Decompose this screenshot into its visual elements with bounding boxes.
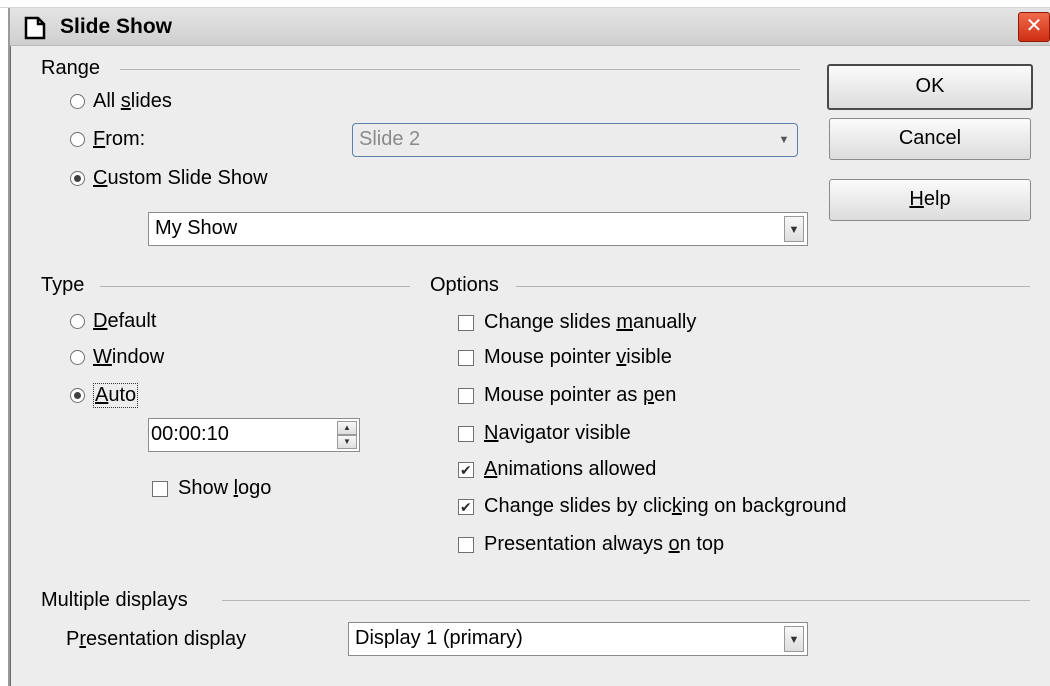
spin-buttons[interactable]: ▲ ▼ <box>337 421 357 449</box>
option-change-slides-manually[interactable]: Change slides manually <box>458 311 696 334</box>
checkbox-label: Change slides manually <box>484 311 697 333</box>
radio-button[interactable] <box>70 132 85 147</box>
close-button[interactable]: ✕ <box>1018 12 1050 42</box>
radio-custom-slide-show[interactable]: Custom Slide Show <box>70 167 268 190</box>
checkbox-label: Animations allowed <box>484 458 657 480</box>
chevron-down-icon[interactable]: ▼ <box>784 626 804 652</box>
checkbox-label: Change slides by clicking on background <box>484 495 847 517</box>
type-separator <box>100 286 410 287</box>
radio-label: All slides <box>93 90 172 112</box>
ok-button[interactable]: OK <box>827 64 1033 110</box>
title-bar: Slide Show ✕ <box>10 8 1050 46</box>
option-mouse-pointer-as-pen[interactable]: Mouse pointer as pen <box>458 384 676 407</box>
options-group-title: Options <box>430 274 499 296</box>
option-change-slides-by-clicking[interactable]: Change slides by clicking on background <box>458 495 846 518</box>
auto-duration-value: 00:00:10 <box>151 423 229 445</box>
option-mouse-pointer-visible[interactable]: Mouse pointer visible <box>458 346 672 369</box>
checkbox[interactable] <box>458 425 474 442</box>
option-animations-allowed[interactable]: Animations allowed <box>458 458 656 481</box>
checkbox[interactable] <box>458 461 474 478</box>
help-button[interactable]: Help <box>829 179 1031 221</box>
cancel-button[interactable]: Cancel <box>829 118 1031 160</box>
auto-duration-field[interactable]: 00:00:10 ▲ ▼ <box>148 418 360 452</box>
option-navigator-visible[interactable]: Navigator visible <box>458 422 631 445</box>
radio-button[interactable] <box>70 314 85 329</box>
from-slide-value: Slide 2 <box>359 128 421 150</box>
window-edge <box>10 46 11 686</box>
type-group-title: Type <box>41 274 85 296</box>
multiple-displays-separator <box>222 600 1030 601</box>
checkbox[interactable] <box>458 314 474 331</box>
close-icon: ✕ <box>1025 15 1043 37</box>
radio-button[interactable] <box>70 171 85 186</box>
radio-button[interactable] <box>70 94 85 109</box>
checkbox-show-logo[interactable]: Show logo <box>152 477 271 500</box>
radio-type-auto[interactable]: Auto <box>70 383 139 408</box>
checkbox-label: Show logo <box>178 477 272 499</box>
radio-label: Window <box>93 346 165 368</box>
checkbox[interactable] <box>458 498 474 515</box>
presentation-display-select[interactable]: Display 1 (primary) ▼ <box>348 622 808 656</box>
slide-show-dialog: Slide Show ✕ Range All slides From: Slid… <box>8 8 1050 686</box>
checkbox[interactable] <box>458 536 474 553</box>
checkbox-label: Navigator visible <box>484 422 631 444</box>
checkbox-label: Mouse pointer visible <box>484 346 672 368</box>
radio-label: Default <box>93 310 157 332</box>
dialog-title: Slide Show <box>60 15 173 38</box>
custom-show-value: My Show <box>155 217 238 239</box>
radio-label: From: <box>93 128 146 150</box>
checkbox[interactable] <box>152 480 168 497</box>
range-group-title: Range <box>41 57 100 79</box>
background-strip <box>0 0 1050 8</box>
spin-up-icon[interactable]: ▲ <box>337 421 357 435</box>
multiple-displays-group-title: Multiple displays <box>41 589 188 611</box>
checkbox-label: Presentation always on top <box>484 533 725 555</box>
checkbox[interactable] <box>458 349 474 366</box>
radio-type-window[interactable]: Window <box>70 346 164 369</box>
from-slide-select: Slide 2 ▼ <box>352 123 798 157</box>
radio-from[interactable]: From: <box>70 128 145 151</box>
option-presentation-always-on-top[interactable]: Presentation always on top <box>458 533 724 556</box>
radio-label: Custom Slide Show <box>93 167 268 189</box>
chevron-down-icon: ▼ <box>778 134 790 146</box>
presentation-display-label: Pr esentation display <box>66 628 247 650</box>
checkbox-label: Mouse pointer as pen <box>484 384 677 406</box>
radio-button[interactable] <box>70 388 85 403</box>
radio-label: Auto <box>93 383 139 408</box>
spin-down-icon[interactable]: ▼ <box>337 435 357 449</box>
radio-all-slides[interactable]: All slides <box>70 90 172 113</box>
chevron-down-icon[interactable]: ▼ <box>784 216 804 242</box>
presentation-display-value: Display 1 (primary) <box>355 627 523 649</box>
document-icon <box>24 16 46 40</box>
radio-button[interactable] <box>70 350 85 365</box>
options-separator <box>516 286 1030 287</box>
radio-type-default[interactable]: Default <box>70 310 156 333</box>
range-separator <box>120 69 800 70</box>
custom-show-select[interactable]: My Show ▼ <box>148 212 808 246</box>
checkbox[interactable] <box>458 387 474 404</box>
